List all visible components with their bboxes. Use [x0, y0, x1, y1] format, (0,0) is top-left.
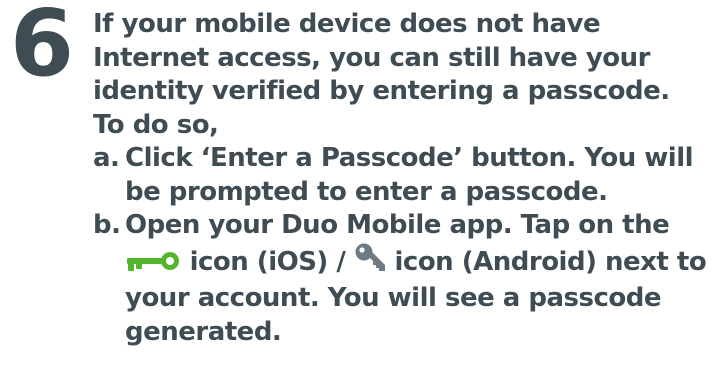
- ios-key-icon: [125, 249, 181, 283]
- intro-paragraph: If your mobile device does not have Inte…: [93, 9, 670, 140]
- android-key-icon: [354, 243, 386, 283]
- list-marker-b: b.: [93, 210, 121, 240]
- step-instructions: If your mobile device does not have Inte…: [93, 8, 708, 349]
- list-item-a-text: Click ‘Enter a Passcode’ button. You wil…: [125, 143, 694, 207]
- ios-suffix-text: icon (iOS) /: [189, 246, 346, 277]
- instruction-list: a. Click ‘Enter a Passcode’ button. You …: [93, 142, 708, 349]
- step-number: 6: [10, 0, 75, 97]
- list-item-a: a. Click ‘Enter a Passcode’ button. You …: [93, 142, 708, 209]
- list-marker-a: a.: [93, 143, 120, 173]
- list-item-b: b. Open your Duo Mobile app. Tap on the …: [93, 209, 708, 349]
- list-item-b-text-before: Open your Duo Mobile app. Tap on the: [125, 210, 670, 240]
